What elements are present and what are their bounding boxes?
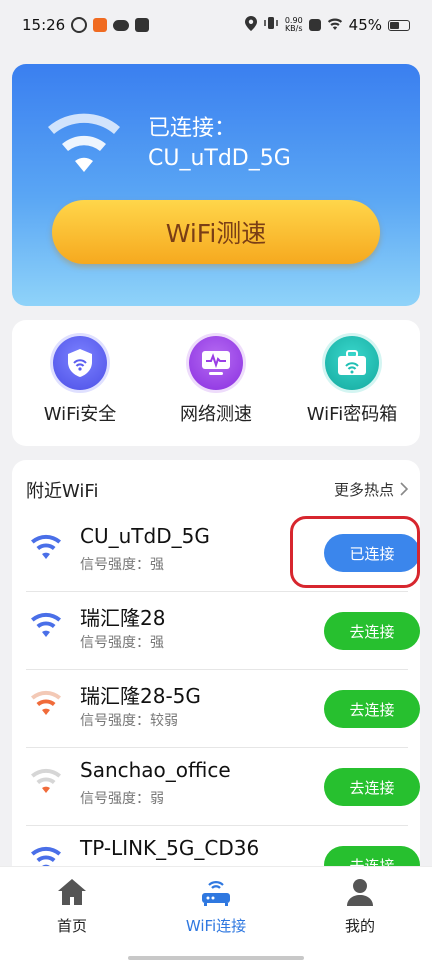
tool-label: WiFi安全 xyxy=(43,404,117,425)
connection-hero-card: 已连接： CU_uTdD_5G WiFi测速 xyxy=(12,64,420,306)
app-notification-icon xyxy=(93,18,108,32)
tiktok-icon xyxy=(135,18,150,32)
more-hotspots-link[interactable]: 更多热点 xyxy=(334,479,408,500)
wifi-list-item[interactable]: 瑞汇隆28 信号强度：强 去连接 xyxy=(26,592,420,670)
cloud-icon xyxy=(113,19,130,31)
chevron-right-icon xyxy=(400,482,408,496)
briefcase-icon xyxy=(325,336,379,390)
connect-button[interactable]: 去连接 xyxy=(324,690,420,728)
home-icon xyxy=(55,875,89,909)
wifi-ssid: Sanchao_office xyxy=(80,758,231,782)
wifi-signal-icon xyxy=(31,768,61,793)
nav-home[interactable]: 首页 xyxy=(17,875,127,936)
tool-wifi-password-box[interactable]: WiFi密码箱 xyxy=(287,336,417,426)
nav-label: 首页 xyxy=(56,917,87,935)
wifi-signal-strength: 信号强度：较弱 xyxy=(80,713,178,729)
connected-label: 已连接： xyxy=(148,116,237,141)
wifi-speed-test-button[interactable]: WiFi测速 xyxy=(52,200,380,264)
vibrate-icon xyxy=(263,16,279,34)
tool-network-speed[interactable]: 网络测速 xyxy=(151,336,281,426)
monitor-pulse-icon xyxy=(189,336,243,390)
nav-me[interactable]: 我的 xyxy=(305,875,415,936)
status-time: 15:26 xyxy=(22,16,66,34)
location-icon xyxy=(244,15,257,35)
wifi-signal-icon xyxy=(31,690,61,715)
connection-status: 已连接： CU_uTdD_5G xyxy=(148,114,291,174)
wifi-ssid: 瑞汇隆28 xyxy=(80,606,166,630)
wifi-list-item[interactable]: Sanchao_office 信号强度：弱 去连接 xyxy=(26,748,420,826)
wifi-large-icon xyxy=(48,113,120,172)
nav-label: 我的 xyxy=(344,917,375,935)
wifi-list-item[interactable]: CU_uTdD_5G 信号强度：强 已连接 xyxy=(26,514,420,592)
connect-button[interactable]: 去连接 xyxy=(324,612,420,650)
wifi-signal-icon xyxy=(31,612,61,637)
user-icon xyxy=(343,875,377,909)
bottom-nav: 首页 WiFi连接 我的 xyxy=(0,866,432,964)
app-notification-icon xyxy=(71,17,88,33)
close-notice-icon xyxy=(308,19,321,31)
net-speed: 0.90 KB/s xyxy=(284,16,303,33)
wifi-signal-strength: 信号强度：强 xyxy=(80,635,164,651)
tool-label: 网络测速 xyxy=(180,404,252,425)
battery-icon xyxy=(388,19,410,31)
tool-wifi-security[interactable]: WiFi安全 xyxy=(15,336,145,426)
battery-percent: 45% xyxy=(348,16,382,34)
router-icon xyxy=(199,875,233,909)
nearby-header: 附近WiFi 更多热点 xyxy=(12,460,420,502)
wifi-ssid: 瑞汇隆28-5G xyxy=(80,684,201,708)
connected-button[interactable]: 已连接 xyxy=(324,534,420,572)
nav-label: WiFi连接 xyxy=(185,917,247,935)
more-hotspots-label: 更多热点 xyxy=(333,480,394,499)
tool-label: WiFi密码箱 xyxy=(306,404,398,425)
status-bar: 15:26 0.90 KB/s 45% xyxy=(0,0,432,50)
tools-card: WiFi安全 网络测速 WiFi密码箱 xyxy=(12,320,420,446)
connected-ssid: CU_uTdD_5G xyxy=(148,146,291,171)
wifi-signal-icon xyxy=(31,534,61,559)
wifi-ssid: TP-LINK_5G_CD36 xyxy=(80,836,260,860)
nearby-title: 附近WiFi xyxy=(26,481,99,502)
wifi-status-icon xyxy=(327,16,343,34)
home-indicator xyxy=(128,956,304,960)
wifi-list-item[interactable]: 瑞汇隆28-5G 信号强度：较弱 去连接 xyxy=(26,670,420,748)
wifi-signal-strength: 信号强度：弱 xyxy=(80,791,164,807)
wifi-ssid: CU_uTdD_5G xyxy=(80,524,210,548)
nearby-wifi-card: 附近WiFi 更多热点 CU_uTdD_5G 信号强度：强 已连接 瑞汇隆28 … xyxy=(12,460,420,880)
connect-button[interactable]: 去连接 xyxy=(324,768,420,806)
wifi-signal-strength: 信号强度：强 xyxy=(80,557,164,573)
shield-icon xyxy=(53,336,107,390)
nav-wifi-connect[interactable]: WiFi连接 xyxy=(161,875,271,936)
